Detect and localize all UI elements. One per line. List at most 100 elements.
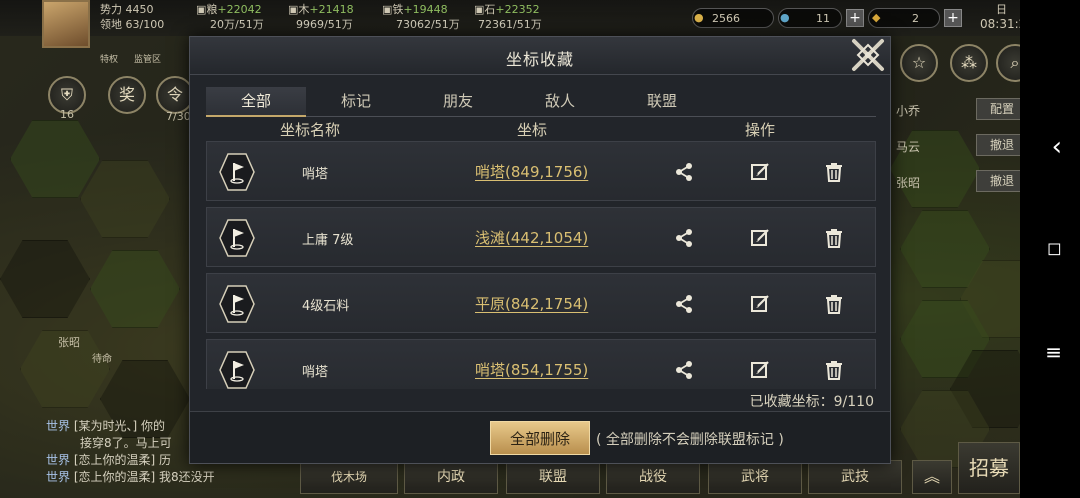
- edit-icon[interactable]: [749, 227, 771, 249]
- general-name: 张昭: [58, 336, 80, 349]
- day-label: 日: [996, 3, 1007, 16]
- recruit-button[interactable]: 招募: [958, 442, 1020, 494]
- location-name: 上庸 7级: [302, 233, 354, 248]
- reward-button[interactable]: 奖: [108, 76, 146, 114]
- coordinate-list[interactable]: 哨塔 哨塔(849,1756) 上庸 7级 浅滩(442,1054) 4级石料 …: [206, 141, 876, 389]
- favorite-count: 已收藏坐标：9/110: [749, 394, 874, 410]
- flag-marker-icon: [219, 153, 255, 191]
- share-icon[interactable]: [673, 359, 695, 381]
- edit-icon[interactable]: [749, 359, 771, 381]
- wood-icon: ▣: [288, 3, 299, 16]
- alliance-nav-button[interactable]: 联盟: [506, 460, 600, 494]
- queue-row: 张昭 撤退: [896, 170, 1028, 192]
- player-avatar[interactable]: [42, 0, 90, 48]
- generals-button[interactable]: 武将: [708, 460, 802, 494]
- coordinate-link[interactable]: 哨塔(854,1755): [475, 359, 588, 380]
- wood-amount: 9969/51万: [296, 18, 353, 31]
- alliance-button[interactable]: ⁂: [950, 44, 988, 82]
- stone-amount: 72361/51万: [478, 18, 542, 31]
- tab-enemies[interactable]: 敌人: [510, 87, 610, 117]
- coordinate-link[interactable]: 平原(842,1754): [475, 293, 588, 314]
- food-rate: +22042: [217, 3, 262, 16]
- tab-alliance[interactable]: 联盟: [612, 87, 712, 117]
- add-jade-button[interactable]: +: [846, 9, 864, 27]
- coin-icon: ●: [694, 11, 704, 24]
- add-gold-button[interactable]: +: [944, 9, 962, 27]
- flag-marker-icon: [219, 219, 255, 257]
- iron-amount: 73062/51万: [396, 18, 460, 31]
- share-icon[interactable]: [673, 227, 695, 249]
- chat-text: 接穿8了。马上可: [80, 436, 172, 450]
- dialog-footer: 全部删除 ( 全部删除不会删除联盟标记 ): [190, 411, 890, 463]
- home-icon[interactable]: ◻: [1047, 238, 1062, 259]
- list-item: 哨塔 哨塔(849,1756): [206, 141, 876, 201]
- resource-bar: 势力 4450 领地 63/100 ▣粮+22042 20万/51万 ▣木+21…: [0, 0, 1080, 48]
- favorite-button[interactable]: ☆: [900, 44, 938, 82]
- close-button[interactable]: [848, 35, 888, 75]
- share-icon[interactable]: [673, 161, 695, 183]
- iron-name: 铁: [392, 3, 404, 16]
- tab-friends[interactable]: 朋友: [408, 87, 508, 117]
- dialog-title: 坐标收藏: [505, 50, 574, 69]
- food-icon: ▣: [196, 3, 207, 16]
- chat-line: 世界 [恋上你的温柔] 我8还没开: [46, 469, 276, 486]
- stone-name: 石: [484, 3, 496, 16]
- tab-marked[interactable]: 标记: [306, 87, 406, 117]
- dialog-header: 坐标收藏: [190, 37, 890, 75]
- jade-amount: 11: [816, 12, 830, 25]
- stone-rate: +22352: [495, 3, 540, 16]
- location-name: 哨塔: [302, 365, 329, 380]
- custody-label[interactable]: 监管区: [134, 52, 161, 65]
- iron-icon: ▣: [382, 3, 393, 16]
- tab-all[interactable]: 全部: [206, 87, 306, 117]
- expand-up-button[interactable]: ︽: [912, 460, 952, 494]
- share-icon[interactable]: [673, 293, 695, 315]
- food-name: 粮: [206, 3, 218, 16]
- coordinate-favorites-dialog: 坐标收藏 全部 标记 朋友 敌人 联盟 坐标名称 坐标 操作 哨塔 哨塔(849…: [189, 36, 891, 464]
- back-icon[interactable]: ‹: [1052, 132, 1062, 162]
- wood-rate: +21418: [309, 3, 354, 16]
- delete-all-button[interactable]: 全部删除: [490, 421, 590, 455]
- edit-icon[interactable]: [749, 293, 771, 315]
- flag-marker-icon: [219, 351, 255, 389]
- close-icon: [852, 39, 884, 71]
- trash-icon[interactable]: [823, 227, 845, 249]
- chat-channel: 世界: [46, 453, 71, 467]
- trash-icon[interactable]: [823, 293, 845, 315]
- chat-text: [恋上你的温柔] 历: [73, 453, 172, 467]
- queue-row: 马云 撤退: [896, 134, 1028, 156]
- filter-tabs: 全部 标记 朋友 敌人 联盟: [206, 87, 876, 117]
- copper-amount: 2566: [712, 12, 740, 25]
- list-item: 哨塔 哨塔(854,1755): [206, 339, 876, 389]
- gold-amount: 2: [912, 12, 919, 25]
- coordinate-link[interactable]: 哨塔(849,1756): [475, 161, 588, 182]
- level-number: 16: [60, 108, 74, 121]
- chat-text: [某为时光、] 你的: [73, 419, 166, 433]
- campaign-button[interactable]: 战役: [606, 460, 700, 494]
- shield-icon: ⛨: [60, 85, 73, 104]
- power-label: 势力 4450: [100, 3, 154, 16]
- domestic-button[interactable]: 内政: [404, 460, 498, 494]
- chevron-up-icon: ︽: [923, 467, 940, 486]
- trash-icon[interactable]: [823, 161, 845, 183]
- chat-channel: 世界: [46, 419, 71, 433]
- lumber-mill-button[interactable]: 伐木场: [300, 460, 398, 494]
- gold-icon: ◆: [872, 11, 881, 24]
- jade-icon: ●: [780, 11, 790, 24]
- edit-icon[interactable]: [749, 161, 771, 183]
- queue-general-name: 马云: [896, 140, 921, 154]
- queue-general-name: 小乔: [896, 104, 921, 118]
- skills-button[interactable]: 武技: [808, 460, 902, 494]
- territory-label: 领地 63/100: [100, 18, 165, 31]
- trash-icon[interactable]: [823, 359, 845, 381]
- chat-channel: 世界: [46, 470, 71, 484]
- location-name: 哨塔: [302, 167, 329, 182]
- stone-icon: ▣: [474, 3, 485, 16]
- coordinate-link[interactable]: 浅滩(442,1054): [475, 227, 588, 248]
- menu-icon[interactable]: ≡: [1045, 340, 1062, 364]
- column-actions-header: 操作: [744, 121, 775, 139]
- location-name: 4级石料: [302, 299, 350, 314]
- column-name-header: 坐标名称: [279, 121, 340, 139]
- waiting-status: 待命: [92, 354, 112, 365]
- privilege-label[interactable]: 特权: [100, 52, 118, 65]
